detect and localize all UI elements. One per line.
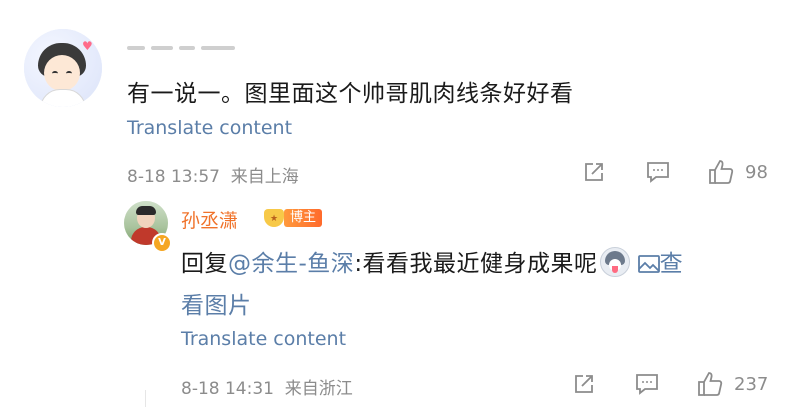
comment-button[interactable] [645, 160, 671, 184]
reply-time: 8-18 14:31 [181, 379, 274, 399]
thread-divider [145, 390, 146, 407]
share-button[interactable] [582, 160, 606, 184]
husky-emoji-icon [599, 247, 630, 277]
crest-icon: ★ [262, 207, 286, 229]
reply-text: 回复@余生-鱼深:看看我最近健身成果呢 查看图片 [181, 243, 781, 327]
reply-body: :看看我最近健身成果呢 [354, 251, 598, 277]
commenter-avatar[interactable]: ♥ [24, 29, 102, 107]
like-count: 98 [745, 161, 768, 183]
comment-text: 有一说一。图里面这个帅哥肌肉线条好好看 [127, 81, 574, 107]
reply-translate-link[interactable]: Translate content [181, 328, 346, 350]
comment-location: 来自上海 [230, 167, 299, 187]
reply-location: 来自浙江 [284, 379, 353, 399]
translate-link[interactable]: Translate content [127, 117, 292, 139]
reply-like-button[interactable]: 237 [696, 370, 768, 398]
comment-icon [645, 160, 671, 184]
reply-like-count: 237 [734, 373, 769, 395]
commenter-name-obscured [127, 46, 297, 52]
verified-badge-icon: V [152, 233, 172, 253]
share-icon [572, 372, 596, 396]
badge-label: 博主 [284, 209, 323, 227]
blogger-badge: ★ 博主 [262, 207, 323, 229]
comment-meta: 8-18 13:57 来自上海 [127, 162, 299, 187]
thumbs-up-icon [696, 370, 724, 398]
reply-prefix: 回复 [181, 251, 228, 277]
thumbs-up-icon [707, 158, 735, 186]
reply-comment-button[interactable] [634, 372, 660, 396]
share-icon [582, 160, 606, 184]
comment-icon [634, 372, 660, 396]
comment-time: 8-18 13:57 [127, 167, 220, 187]
like-button[interactable]: 98 [707, 158, 768, 186]
image-icon[interactable] [637, 245, 660, 273]
reply-meta: 8-18 14:31 来自浙江 [181, 374, 353, 399]
reply-share-button[interactable] [572, 372, 596, 396]
view-image-link-cont[interactable]: 看图片 [181, 293, 252, 319]
mention-link[interactable]: @余生-鱼深 [228, 251, 354, 277]
view-image-link[interactable]: 查 [660, 251, 684, 277]
replier-username[interactable]: 孙丞潇 [181, 206, 238, 233]
